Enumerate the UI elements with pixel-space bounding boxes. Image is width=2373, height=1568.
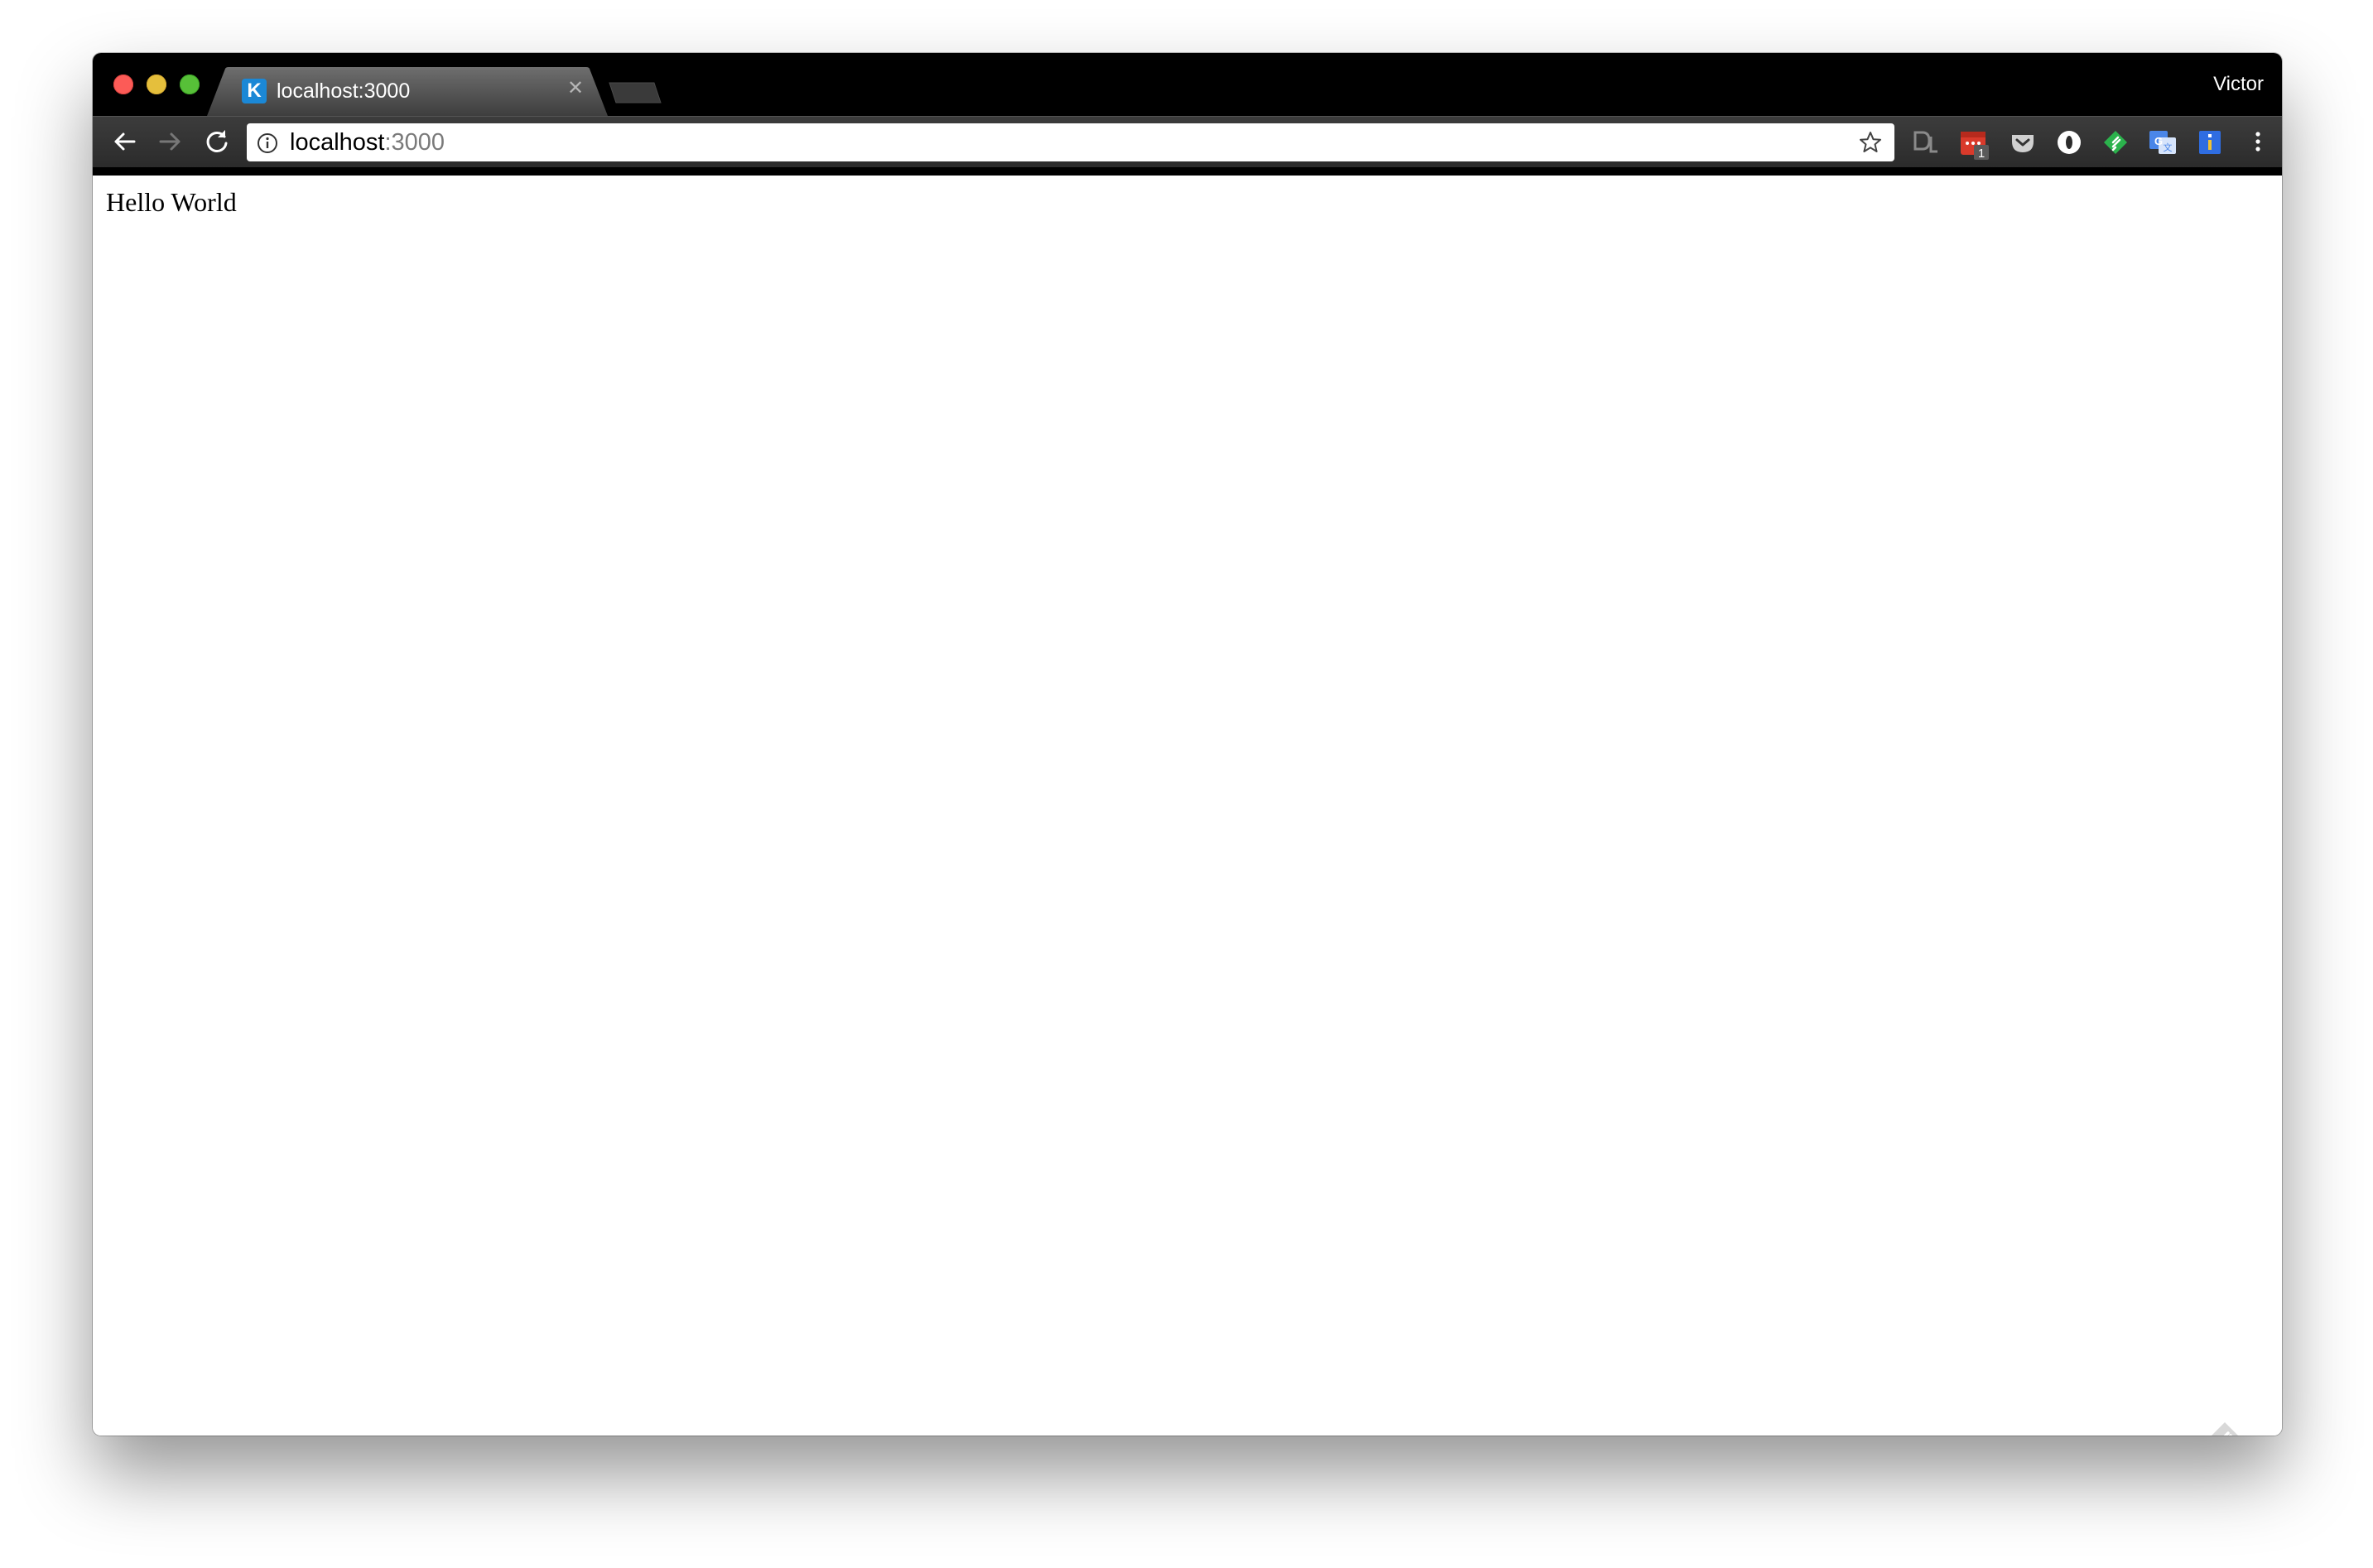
- tab-favicon-icon: K: [242, 79, 267, 103]
- arrow-left-icon: [114, 132, 136, 151]
- url-port: :3000: [384, 129, 445, 156]
- close-window-button[interactable]: [113, 75, 133, 94]
- tab-localhost[interactable]: K localhost:3000 ✕: [207, 67, 608, 116]
- svg-text:文: 文: [2164, 142, 2173, 153]
- calendar-badge: 1: [1978, 147, 1985, 161]
- arrow-right-icon: [159, 132, 181, 151]
- kebab-menu-icon[interactable]: [2244, 128, 2272, 156]
- toolbar-divider: [93, 167, 2282, 176]
- desktop-background: K localhost:3000 ✕ Victor localhost:3000…: [0, 0, 2373, 1568]
- pocket-icon[interactable]: [2009, 128, 2037, 156]
- info-extension-icon[interactable]: [2196, 128, 2224, 156]
- feedly-icon[interactable]: [2101, 128, 2130, 156]
- google-translate-icon[interactable]: G 文: [2148, 128, 2176, 156]
- calendar-extension-icon[interactable]: 1: [1959, 128, 1989, 161]
- profile-name[interactable]: Victor: [2213, 71, 2264, 98]
- tab-strip: K localhost:3000 ✕ Victor: [93, 53, 2282, 116]
- star-icon[interactable]: [1858, 130, 1883, 155]
- tab-close-icon[interactable]: ✕: [565, 78, 586, 99]
- svg-text:G: G: [2154, 135, 2163, 147]
- minimize-window-button[interactable]: [147, 75, 166, 94]
- maximize-window-button[interactable]: [180, 75, 200, 94]
- info-icon[interactable]: [257, 132, 278, 154]
- url-host: localhost: [290, 129, 385, 156]
- address-bar[interactable]: localhost:3000: [247, 123, 1894, 161]
- tab-title: localhost:3000: [277, 79, 411, 103]
- new-tab-button[interactable]: [606, 81, 662, 108]
- browser-toolbar: localhost:3000 1 G 文: [93, 116, 2282, 168]
- page-text: Hello World: [106, 187, 237, 217]
- address-url[interactable]: localhost:3000: [290, 127, 445, 157]
- reload-icon: [206, 130, 228, 152]
- forward-button[interactable]: [154, 125, 187, 158]
- circle-extension-icon[interactable]: [2055, 128, 2083, 156]
- page-viewport: Hello World: [93, 176, 2282, 1436]
- feedly-float-icon[interactable]: [2202, 1419, 2247, 1436]
- browser-window: K localhost:3000 ✕ Victor localhost:3000…: [93, 53, 2282, 1436]
- reload-button[interactable]: [200, 125, 233, 158]
- dl-extension-icon[interactable]: [1911, 128, 1939, 156]
- back-button[interactable]: [108, 125, 141, 158]
